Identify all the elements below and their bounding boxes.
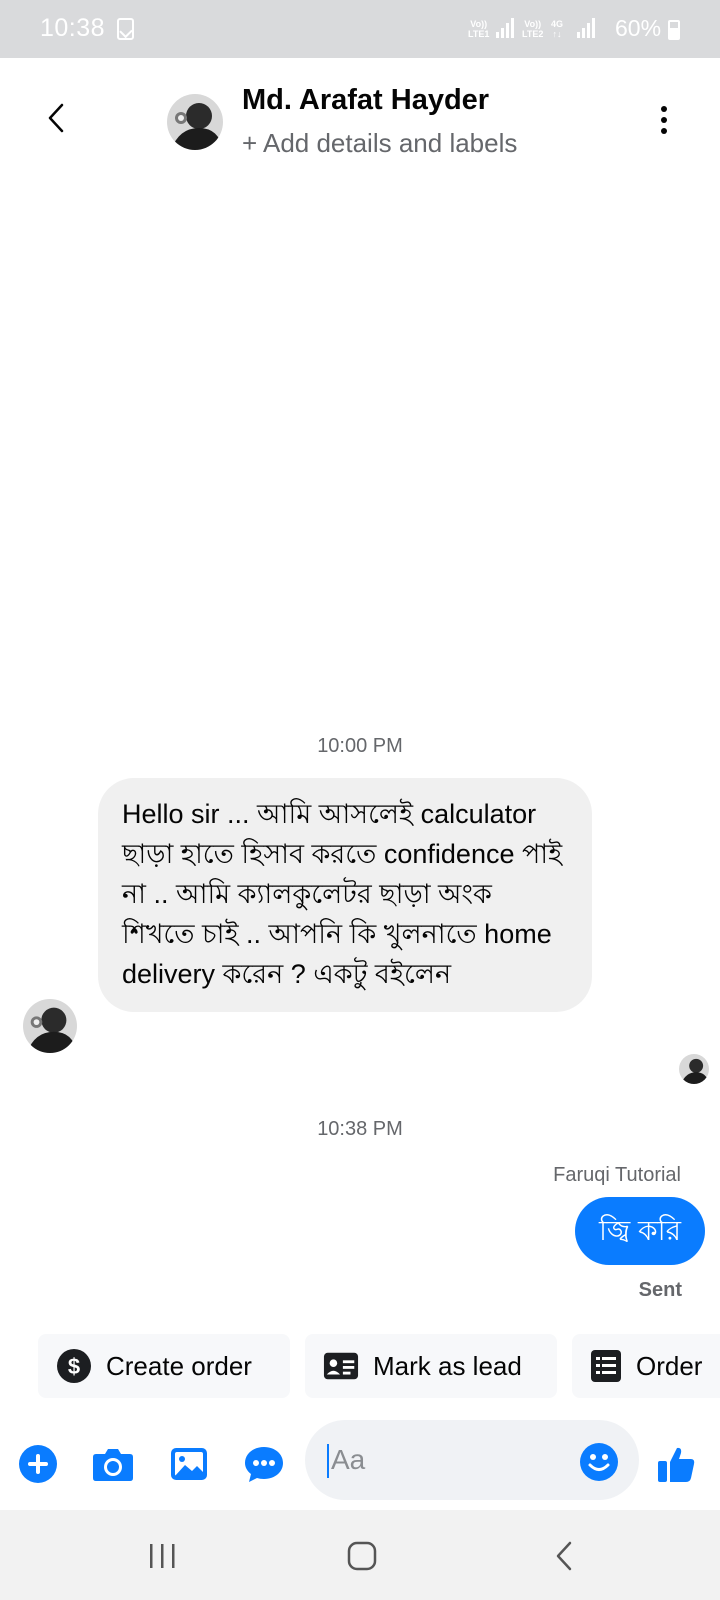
battery-percent: 60% [615,15,662,41]
status-time: 10:38 [40,14,106,42]
like-button[interactable] [652,1440,700,1488]
chip-label: Order [636,1350,703,1381]
message-status: Sent [638,1279,682,1301]
message-input-placeholder: Aa [331,1444,366,1475]
camera-button[interactable] [89,1440,137,1488]
outgoing-message-bubble[interactable]: জ্বি করি [574,1197,705,1265]
battery-icon [668,20,680,40]
add-details-link[interactable]: + Add details and labels [242,128,517,159]
outgoing-sender-name: Faruqi Tutorial [553,1164,681,1186]
plus-circle-icon [19,1445,57,1483]
signal-icon [496,18,514,38]
signal-icon [577,18,595,38]
gallery-button[interactable] [165,1440,213,1488]
chip-label: Create order [106,1350,252,1381]
system-navigation-bar [0,1510,720,1600]
message-composer: Aa [0,1416,720,1512]
contact-name[interactable]: Md. Arafat Hayder [242,84,489,117]
sim1-label: Vo)) LTE1 [468,19,490,39]
thumbs-up-icon [658,1447,695,1482]
create-order-button[interactable]: $ Create order [38,1334,290,1398]
mark-as-lead-button[interactable]: Mark as lead [305,1334,557,1398]
messenger-chat-screen: 10:38 Vo)) LTE1 Vo)) LTE2 4G ↑↓ 60% Md. … [0,0,720,1600]
more-vertical-icon [661,106,667,112]
sim2-label: Vo)) LTE2 [522,19,544,39]
emoji-button[interactable] [575,1438,623,1486]
sender-avatar[interactable] [23,999,77,1053]
gallery-notification-icon [117,18,134,40]
home-icon [347,1541,377,1571]
home-button[interactable] [338,1536,386,1576]
message-timestamp: 10:38 PM [317,1118,403,1140]
message-input[interactable]: Aa [305,1420,639,1500]
dollar-icon: $ [56,1348,92,1384]
more-options-button[interactable] [650,98,678,142]
incoming-message-bubble[interactable]: Hello sir ... আমি আসলেই calculator ছাড়া… [98,778,592,1012]
chevron-left-icon [48,103,64,133]
chip-label: Mark as lead [373,1350,522,1381]
list-doc-icon [590,1348,622,1384]
network-type: 4G ↑↓ [551,19,564,39]
camera-icon [93,1449,133,1481]
image-icon [171,1448,207,1480]
add-button[interactable] [14,1440,62,1488]
id-card-icon [323,1348,359,1384]
smiley-icon [580,1443,618,1481]
system-back-button[interactable] [540,1536,588,1576]
message-timestamp: 10:00 PM [317,735,403,757]
recent-apps-button[interactable] [138,1536,186,1576]
contact-avatar[interactable] [167,94,223,150]
chat-header: Md. Arafat Hayder + Add details and labe… [0,58,720,178]
back-button[interactable] [36,94,76,142]
chat-extensions-button[interactable] [240,1440,288,1488]
svg-text:$: $ [68,1354,80,1379]
back-arrow-icon [556,1541,572,1571]
text-caret [327,1444,329,1478]
recent-apps-icon [150,1544,175,1568]
order-button[interactable]: Order [572,1334,720,1398]
status-bar: 10:38 Vo)) LTE1 Vo)) LTE2 4G ↑↓ 60% [0,0,720,58]
seen-receipt-avatar [679,1054,709,1084]
chat-bubble-dots-icon [245,1447,283,1482]
